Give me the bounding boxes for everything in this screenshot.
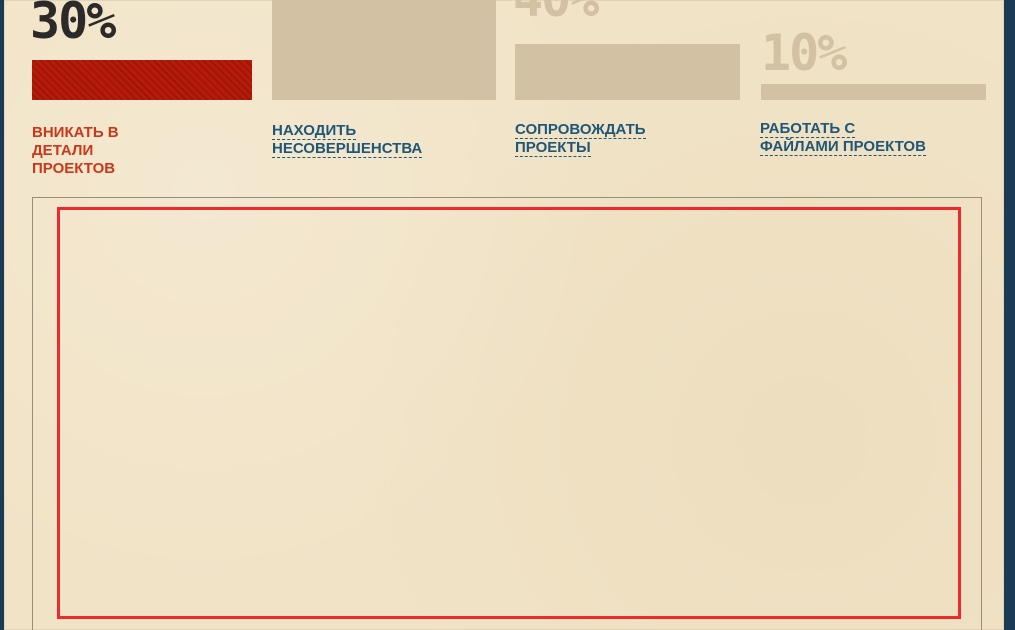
skill-label[interactable]: РАБОТАТЬ С ФАЙЛАМИ ПРОЕКТОВ — [760, 120, 950, 156]
skill-label-line: СОПРОВОЖДАТЬ — [515, 121, 646, 139]
skill-label-line: ДЕТАЛИ — [32, 142, 94, 159]
skill-label-line: НЕСОВЕРШЕНСТВА — [272, 140, 423, 158]
skill-label-line: ПРОЕКТОВ — [32, 160, 116, 177]
skill-percent: 30% — [30, 0, 116, 50]
skill-label-line: НАХОДИТЬ — [272, 122, 357, 140]
highlight-box — [57, 207, 961, 619]
skill-percent: 40% — [513, 0, 599, 24]
skill-percent: 10% — [761, 24, 847, 82]
skill-label-line: ФАЙЛАМИ ПРОЕКТОВ — [760, 138, 926, 156]
skill-label[interactable]: СОПРОВОЖДАТЬ ПРОЕКТЫ — [515, 121, 705, 157]
skill-bar — [32, 60, 252, 100]
skill-label-line: ПРОЕКТЫ — [515, 139, 591, 157]
skill-bar — [515, 44, 740, 100]
skill-label-line: ВНИКАТЬ В — [32, 124, 119, 141]
skill-bar — [761, 84, 986, 100]
skill-bar — [272, 0, 496, 100]
skill-label-line: РАБОТАТЬ С — [760, 120, 856, 138]
skill-label[interactable]: ВНИКАТЬ В ДЕТАЛИ ПРОЕКТОВ — [32, 124, 222, 178]
skill-label[interactable]: НАХОДИТЬ НЕСОВЕРШЕНСТВА — [272, 122, 462, 158]
